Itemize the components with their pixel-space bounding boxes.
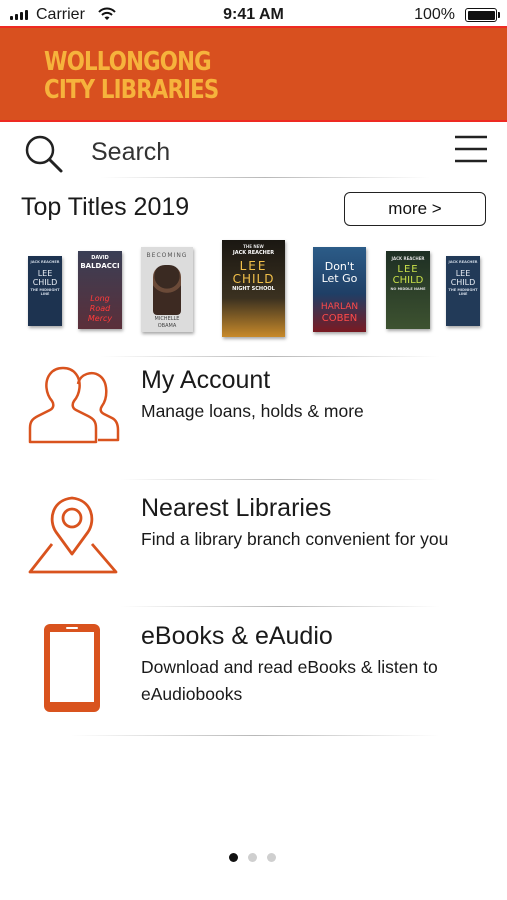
divider <box>70 735 440 736</box>
book-cover-text: LEE <box>397 264 419 275</box>
book-cover[interactable]: DAVID BALDACCI Long Road Mercy <box>78 251 122 329</box>
book-cover-text: THE MIDNIGHT LINE <box>448 288 478 296</box>
book-cover-text: CHILD <box>392 275 424 286</box>
page-dot-active[interactable] <box>229 853 238 862</box>
book-cover-text: JACK REACHER <box>391 256 425 261</box>
search-bar[interactable]: Search <box>0 122 507 178</box>
book-cover-text: Let Go <box>321 272 358 285</box>
book-cover[interactable]: JACK REACHER LEE CHILD THE MIDNIGHT LINE <box>28 256 62 326</box>
app-header: WOLLONGONG CITY LIBRARIES <box>0 26 507 122</box>
book-cover-text: THE NEW <box>243 244 264 249</box>
logo-line-2: CITY LIBRARIES <box>44 75 219 105</box>
hamburger-menu-icon[interactable] <box>454 134 488 164</box>
top-titles-heading: Top Titles 2019 <box>21 193 190 221</box>
page-dot[interactable] <box>248 853 257 862</box>
book-cover-text: LEE <box>37 269 53 278</box>
book-cover-text: CHILD <box>232 272 275 286</box>
book-cover-text: BALDACCI <box>80 262 120 270</box>
search-icon[interactable] <box>24 134 64 174</box>
author-portrait <box>153 265 181 315</box>
map-pin-icon <box>28 496 118 574</box>
divider <box>100 177 430 178</box>
battery-percent: 100% <box>414 6 455 23</box>
page-dot[interactable] <box>267 853 276 862</box>
book-cover-text: Road <box>89 304 111 313</box>
book-cover-text: OBAMA <box>157 323 177 329</box>
book-cover[interactable]: BECOMING MICHELLE OBAMA <box>141 247 193 332</box>
book-cover[interactable]: JACK REACHER LEE CHILD THE MIDNIGHT LINE <box>446 256 480 326</box>
book-cover[interactable]: Don't Let Go HARLAN COBEN <box>313 247 366 332</box>
book-cover-text: HARLAN <box>320 302 359 312</box>
more-button[interactable]: more > <box>344 192 486 226</box>
menu-item-nearest-libraries[interactable]: Nearest Libraries Find a library branch … <box>0 480 507 606</box>
menu-item-ebooks-eaudio[interactable]: eBooks & eAudio Download and read eBooks… <box>0 607 507 735</box>
book-cover-text: NO MIDDLE NAME <box>390 287 426 291</box>
menu-item-subtitle: Manage loans, holds & more <box>141 401 364 421</box>
book-cover-text: JACK REACHER <box>30 260 60 264</box>
book-cover-text: THE MIDNIGHT LINE <box>30 288 60 296</box>
book-cover-text: LEE <box>239 259 268 273</box>
library-logo: WOLLONGONG CITY LIBRARIES <box>44 47 219 105</box>
book-cover[interactable]: THE NEW JACK REACHER LEE CHILD NIGHT SCH… <box>222 240 285 337</box>
battery-icon <box>465 8 500 22</box>
search-input[interactable]: Search <box>91 138 170 167</box>
book-cover-text: NIGHT SCHOOL <box>232 286 275 292</box>
page-indicator[interactable] <box>229 853 276 862</box>
book-cover-text: CHILD <box>450 278 476 287</box>
book-cover-text: COBEN <box>321 313 358 324</box>
book-cover-text: JACK REACHER <box>448 260 478 264</box>
book-cover-text: CHILD <box>32 278 58 287</box>
users-icon <box>28 366 120 444</box>
menu-item-subtitle: Find a library branch convenient for you <box>141 529 449 549</box>
menu-item-title: My Account <box>141 366 271 394</box>
book-cover-text: BECOMING <box>146 252 188 259</box>
book-cover-text: Mercy <box>87 314 113 323</box>
book-cover-text: Long <box>90 294 110 303</box>
book-cover-text: MICHELLE <box>154 316 180 322</box>
menu-item-subtitle: Download and read eBooks & listen to eAu… <box>141 657 438 704</box>
book-cover-text: LEE <box>455 269 471 278</box>
tablet-icon <box>44 624 100 712</box>
book-cover-text: Don't <box>324 260 355 273</box>
book-cover-text: DAVID <box>91 255 109 261</box>
menu-item-title: Nearest Libraries <box>141 494 332 522</box>
menu-item-my-account[interactable]: My Account Manage loans, holds & more <box>0 356 507 480</box>
book-cover-text: JACK REACHER <box>232 250 275 256</box>
logo-line-1: WOLLONGONG <box>44 47 212 77</box>
book-cover[interactable]: JACK REACHER LEE CHILD NO MIDDLE NAME <box>386 251 430 329</box>
menu-item-title: eBooks & eAudio <box>141 622 333 650</box>
